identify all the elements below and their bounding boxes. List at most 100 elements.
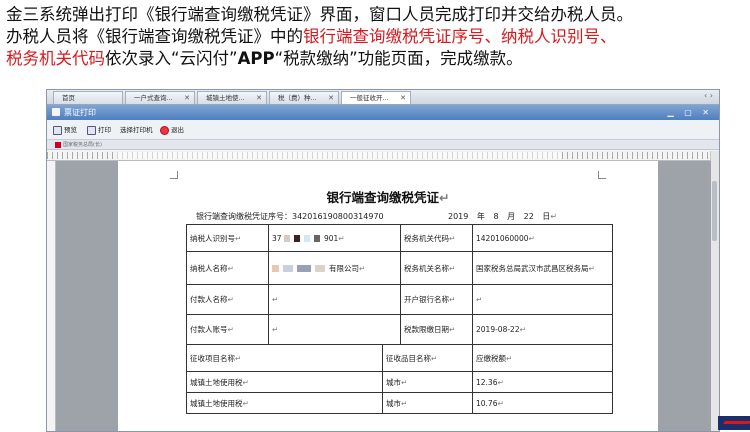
paragraph-mark: ↵ — [401, 398, 408, 408]
table-row: 纳税人名称↵ 有限公司↵ 税务机关名称↵ 国家税务总局武汉市武昌区税务局↵ — [186, 251, 613, 285]
tab-household-query-label: 一户式查询... — [134, 94, 173, 102]
tab-land-use-label: 城镇土地使... — [206, 94, 245, 102]
taxpayer-id-label: 纳税人识别号↵ — [186, 224, 269, 252]
close-icon[interactable]: ✕ — [328, 92, 334, 104]
caption-highlight-office-code: 税务机关代码 — [6, 49, 105, 68]
cell-text: 税务机关代码 — [404, 233, 449, 243]
paragraph-mark: ↵ — [272, 325, 279, 334]
close-icon[interactable]: ✕ — [400, 92, 406, 104]
dialog-titlebar: 票证打印 ▁ ▢ ✕ — [47, 105, 719, 120]
cell-text: 城市 — [386, 377, 401, 387]
tab-household-query[interactable]: 一户式查询... ✕ — [125, 91, 195, 104]
document-canvas: 银行端查询缴税凭证↵ 银行端查询缴税凭证序号：34201619080031497… — [56, 161, 711, 431]
date-year-unit: 年 — [476, 212, 485, 221]
cell-text: 税款限缴日期 — [404, 325, 449, 334]
paragraph-mark: ↵ — [272, 295, 279, 304]
item-header: 征收项目名称↵ — [186, 344, 383, 372]
exit-button[interactable]: 退出 — [160, 125, 184, 135]
preview-button[interactable]: 预览 — [53, 125, 77, 135]
date-year: 2019 — [448, 212, 469, 221]
table-row: 城镇土地使用税↵ 城市↵ 10.76↵ — [186, 392, 613, 414]
item-cell: 城镇土地使用税↵ — [186, 371, 383, 393]
print-button[interactable]: 打印 — [87, 125, 111, 135]
paragraph-mark: ↵ — [449, 233, 456, 243]
paragraph-mark: ↵ — [401, 377, 408, 387]
tab-tax-type[interactable]: 税（费）种... ✕ — [269, 91, 339, 104]
print-dialog: 票证打印 ▁ ▢ ✕ 预览 打印 选择打印机 退出 国家税务总局(长) 银行端查… — [47, 105, 719, 431]
table-row: 城镇土地使用税↵ 城市↵ 12.36↵ — [186, 371, 613, 393]
table-row: 纳税人识别号↵ 37 901↵ 税务机关代码↵ 14201060000↵ — [186, 224, 613, 252]
paragraph-mark: ↵ — [235, 353, 242, 363]
document-bar-label: 国家税务总局(长) — [63, 142, 102, 148]
cell-text: 10.76 — [476, 398, 498, 408]
paragraph-mark: ↵ — [431, 353, 438, 363]
payer-account-value: ↵ — [268, 314, 401, 345]
tab-home-label: 首页 — [62, 94, 75, 102]
vertical-scrollbar[interactable] — [710, 151, 719, 431]
serial-label: 银行端查询缴税凭证序号： — [196, 212, 292, 221]
table-row: 付款人账号 ↵ ↵ 税款限缴日期↵ 2019-08-22↵ — [186, 314, 613, 345]
tab-home[interactable]: 首页 — [53, 91, 123, 104]
tab-general-levy[interactable]: 一般征收开... ✕ — [341, 91, 411, 104]
paragraph-mark: ↵ — [227, 295, 234, 304]
voucher-title-text: 银行端查询缴税凭证 — [326, 190, 440, 205]
voucher-table: 纳税人识别号↵ 37 901↵ 税务机关代码↵ 14201060000↵ 纳税人… — [186, 224, 613, 414]
exit-label: 退出 — [171, 126, 184, 134]
date-day: 22 — [523, 212, 534, 221]
paragraph-mark: ↵ — [588, 263, 595, 273]
cell-text: 国家税务总局武汉市武昌区税务局 — [476, 263, 589, 273]
app-window: 首页 一户式查询... ✕ 城镇土地使... ✕ 税（费）种... ✕ 一般征收开..… — [46, 89, 720, 432]
paragraph-mark: ↵ — [242, 377, 249, 387]
slide-decoration-stripe — [723, 421, 750, 424]
cell-text: 付款人名称 — [190, 295, 228, 304]
cell-text: 征收项目名称 — [190, 353, 235, 363]
scrollbar-thumb[interactable] — [712, 181, 717, 241]
print-label: 打印 — [98, 126, 111, 134]
paragraph-mark: ↵ — [338, 233, 345, 243]
bank-name-label: 开户银行名称↵ — [400, 284, 473, 315]
table-header-row: 征收项目名称↵ 征收品目名称↵ 应缴税额↵ — [186, 344, 613, 372]
paragraph-mark: ↵ — [449, 295, 456, 304]
caption-line-2: 办税人员将《银行端查询缴税凭证》中的银行端查询缴税凭证序号、纳税人识别号、 — [6, 26, 746, 48]
voucher-title: 银行端查询缴税凭证↵ — [118, 187, 658, 206]
close-icon[interactable]: ✕ — [184, 92, 190, 104]
date-month-unit: 月 — [507, 212, 516, 221]
paragraph-mark: ↵ — [449, 325, 456, 334]
cell-text: 城市 — [386, 398, 401, 408]
choose-printer-button[interactable]: 选择打印机 — [120, 125, 153, 135]
printer-icon — [87, 125, 96, 135]
tax-office-name-value: 国家税务总局武汉市武昌区税务局↵ — [472, 251, 613, 285]
paragraph-mark: ↵ — [242, 398, 249, 408]
app-icon — [52, 108, 60, 116]
taxpayer-name-value: 有限公司↵ — [268, 251, 401, 285]
caption-line-3: 税务机关代码依次录入“云闪付”APP“税款缴纳”功能页面，完成缴款。 — [6, 48, 746, 70]
voucher-page: 银行端查询缴税凭证↵ 银行端查询缴税凭证序号：34201619080031497… — [118, 161, 658, 431]
cell-text: 12.36 — [476, 377, 498, 387]
bank-name-value: ↵ — [472, 284, 613, 315]
payer-name-label: 付款人名称↵ — [186, 284, 269, 315]
deadline-label: 税款限缴日期↵ — [400, 314, 473, 345]
paragraph-mark: ↵ — [359, 263, 366, 273]
paragraph-mark: ↵ — [449, 263, 456, 273]
cell-text: 付款人账号 — [190, 325, 228, 334]
tab-land-use[interactable]: 城镇土地使... ✕ — [197, 91, 267, 104]
caption-app: APP — [237, 49, 275, 68]
taxpayer-id-value: 37 901↵ — [268, 224, 401, 252]
cell-text: 城镇土地使用税 — [190, 398, 243, 408]
cell-text: 应缴税额 — [476, 353, 506, 363]
paragraph-mark: ↵ — [497, 398, 504, 408]
tab-strip: 首页 一户式查询... ✕ 城镇土地使... ✕ 税（费）种... ✕ 一般征收开..… — [47, 90, 719, 105]
deadline-value: 2019-08-22↵ — [472, 314, 613, 345]
paragraph-mark: ↵ — [476, 295, 483, 304]
window-controls[interactable]: ▁ ▢ ✕ — [668, 105, 714, 120]
caption-highlight-fields: 银行端查询缴税凭证序号、纳税人识别号、 — [303, 27, 617, 46]
subitem-cell: 城市↵ — [382, 392, 473, 414]
horizontal-ruler — [47, 151, 711, 161]
tab-nav-arrows[interactable]: ‹ › — [704, 91, 713, 100]
paragraph-mark: ↵ — [506, 353, 513, 363]
caption-line-1: 金三系统弹出打印《银行端查询缴税凭证》界面，窗口人员完成打印并交给办税人员。 — [6, 5, 633, 24]
dialog-title: 票证打印 — [64, 108, 96, 117]
document-bar: 国家税务总局(长) — [47, 140, 719, 150]
taxpayer-name-suffix: 有限公司 — [329, 263, 359, 273]
close-icon[interactable]: ✕ — [256, 92, 262, 104]
